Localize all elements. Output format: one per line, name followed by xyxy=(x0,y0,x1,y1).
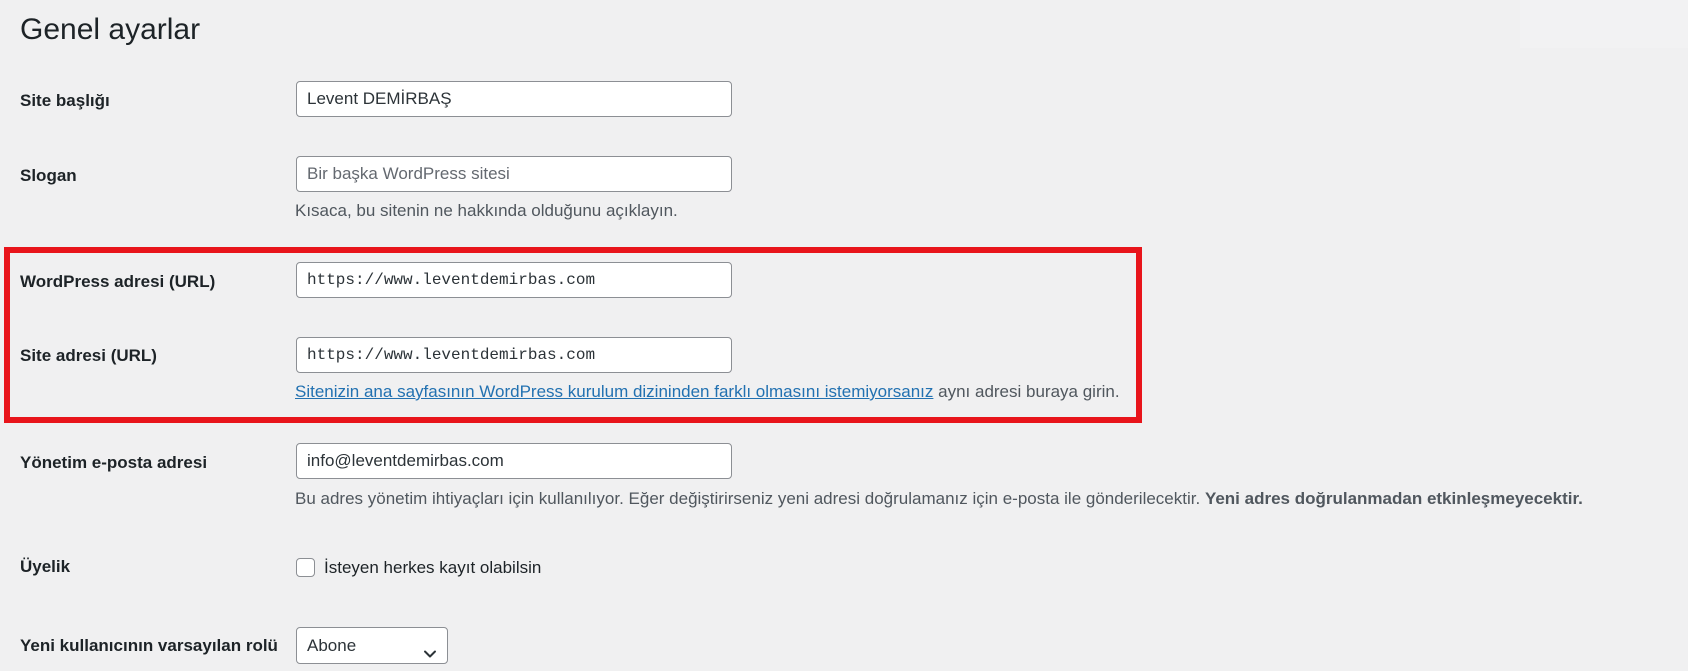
tagline-description: Kısaca, bu sitenin ne hakkında olduğunu … xyxy=(295,201,678,220)
admin-email-description-text: Bu adres yönetim ihtiyaçları için kullan… xyxy=(295,489,1205,508)
page-title: Genel ayarlar xyxy=(20,13,201,46)
tagline-input[interactable]: Bir başka WordPress sitesi xyxy=(296,156,732,192)
site-title-value: Levent DEMİRBAŞ xyxy=(307,89,452,108)
site-address-description-text: aynı adresi buraya girin. xyxy=(933,382,1120,401)
tagline-placeholder: Bir başka WordPress sitesi xyxy=(307,164,510,183)
default-role-select[interactable]: Abone xyxy=(296,627,448,664)
admin-email-label: Yönetim e-posta adresi xyxy=(20,453,208,472)
admin-email-input[interactable]: info@leventdemirbas.com xyxy=(296,443,732,479)
tagline-label: Slogan xyxy=(20,166,77,185)
admin-email-description-bold: Yeni adres doğrulanmadan etkinleşmeyecek… xyxy=(1204,489,1583,508)
chevron-down-icon xyxy=(423,638,437,658)
membership-checkbox[interactable] xyxy=(296,558,315,577)
admin-email-value: info@leventdemirbas.com xyxy=(307,451,504,470)
membership-label: Üyelik xyxy=(20,557,71,576)
site-address-value: https://www.leventdemirbas.com xyxy=(307,346,596,364)
admin-email-description: Bu adres yönetim ihtiyaçları için kullan… xyxy=(295,488,1583,510)
site-address-label: Site adresi (URL) xyxy=(20,346,157,365)
membership-checkbox-label[interactable]: İsteyen herkes kayıt olabilsin xyxy=(324,557,541,579)
site-address-help-link[interactable]: Sitenizin ana sayfasının WordPress kurul… xyxy=(295,382,933,401)
wp-address-label: WordPress adresi (URL) xyxy=(20,272,216,291)
wp-address-input[interactable]: https://www.leventdemirbas.com xyxy=(296,262,732,298)
site-title-input[interactable]: Levent DEMİRBAŞ xyxy=(296,81,732,117)
screen-options-area xyxy=(1520,0,1688,48)
site-address-description: Sitenizin ana sayfasının WordPress kurul… xyxy=(295,381,1120,403)
wp-address-value: https://www.leventdemirbas.com xyxy=(307,271,596,289)
default-role-selected: Abone xyxy=(307,636,357,655)
site-title-label: Site başlığı xyxy=(20,91,110,110)
general-settings-page: Genel ayarlar Site başlığı Levent DEMİRB… xyxy=(0,0,1688,671)
site-address-input[interactable]: https://www.leventdemirbas.com xyxy=(296,337,732,373)
default-role-label: Yeni kullanıcının varsayılan rolü xyxy=(20,636,278,655)
